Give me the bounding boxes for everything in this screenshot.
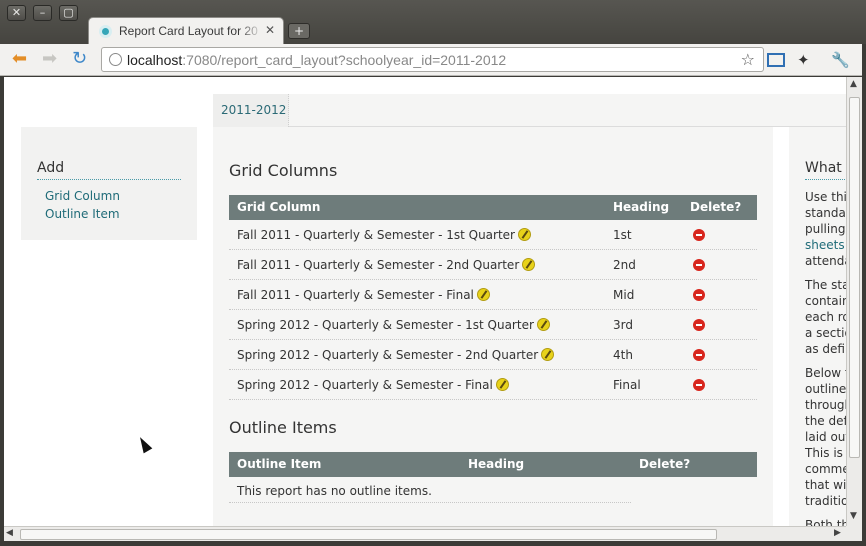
grid-columns-title: Grid Columns — [229, 161, 338, 180]
horizontal-scroll-thumb[interactable] — [20, 529, 717, 540]
edit-pencil-icon[interactable] — [518, 228, 531, 241]
scrollbar-corner — [846, 526, 862, 541]
vertical-scroll-thumb[interactable] — [849, 97, 860, 458]
help-paragraph-1: Use this standar pulling sheets attenda — [805, 189, 846, 269]
help-paragraph-3: Below t outline through the def laid out… — [805, 366, 846, 508]
table-row: Spring 2012 - Quarterly & Semester - Fin… — [229, 370, 757, 400]
window-maximize-button[interactable]: ▢ — [59, 5, 78, 21]
title-bar: ✕ – ▢ Report Card Layout for 20 ✕ + — [0, 0, 866, 45]
grid-column-heading: 2nd — [613, 258, 636, 272]
grid-columns-table: Grid Column Heading Delete? Fall 2011 - … — [229, 195, 757, 400]
tab-schoolyear[interactable]: 2011-2012 — [213, 94, 289, 127]
add-sidebar: Add Grid Column Outline Item — [21, 127, 197, 240]
edit-pencil-icon[interactable] — [522, 258, 536, 271]
column-header-outline-item: Outline Item — [237, 457, 322, 471]
help-paragraph-4: Both th — [805, 518, 846, 526]
column-header-grid-column: Grid Column — [237, 200, 321, 214]
table-row: Spring 2012 - Quarterly & Semester - 1st… — [229, 310, 757, 340]
table-row: Fall 2011 - Quarterly & Semester - 1st Q… — [229, 220, 757, 250]
edit-pencil-icon[interactable] — [495, 378, 509, 391]
tab-title: Report Card Layout for 20 — [119, 24, 258, 38]
wrench-menu-icon[interactable]: 🔧 — [831, 51, 850, 69]
url-path: :7080/report_card_layout?schoolyear_id=2… — [182, 52, 507, 68]
grid-column-name: Spring 2012 - Quarterly & Semester - Fin… — [237, 378, 493, 392]
grid-column-name: Fall 2011 - Quarterly & Semester - 2nd Q… — [237, 258, 520, 272]
scroll-right-icon[interactable]: ▶ — [834, 528, 841, 538]
scroll-left-icon[interactable]: ◀ — [6, 528, 13, 538]
extension-pin-icon[interactable]: ✦ — [797, 51, 810, 69]
url-host: localhost — [127, 52, 183, 68]
edit-pencil-icon[interactable] — [541, 348, 555, 361]
column-header-heading: Heading — [468, 457, 525, 471]
favicon-icon — [99, 25, 112, 38]
sidebar-heading: Add — [37, 160, 65, 176]
table-row: Spring 2012 - Quarterly & Semester - 2nd… — [229, 340, 757, 370]
grid-column-heading: 4th — [613, 348, 633, 362]
main-content: Grid Columns Grid Column Heading Delete?… — [213, 127, 773, 526]
page-fit-icon[interactable] — [767, 53, 785, 67]
column-header-delete: Delete? — [690, 200, 742, 214]
grid-column-heading: Final — [613, 378, 641, 392]
table-row: Fall 2011 - Quarterly & Semester - 2nd Q… — [229, 250, 757, 280]
grid-column-heading: 1st — [613, 228, 632, 242]
window-frame-right — [862, 44, 866, 546]
grid-column-name: Fall 2011 - Quarterly & Semester - 1st Q… — [237, 228, 515, 242]
edit-pencil-icon[interactable] — [476, 288, 490, 301]
browser-toolbar: ⬅ ➡ ↻ localhost:7080/report_card_layout?… — [0, 44, 866, 76]
url-text[interactable]: localhost:7080/report_card_layout?school… — [127, 52, 506, 68]
forward-arrow-icon[interactable]: ➡ — [42, 49, 57, 69]
window-close-button[interactable]: ✕ — [7, 5, 26, 21]
scroll-down-icon[interactable]: ▼ — [850, 511, 857, 521]
tab-close-icon[interactable]: ✕ — [265, 23, 275, 37]
help-sheets-link[interactable]: sheets — [805, 237, 846, 253]
column-header-heading: Heading — [613, 200, 670, 214]
mouse-cursor-icon — [135, 434, 153, 454]
vertical-scrollbar[interactable]: ▲ ▼ — [846, 77, 862, 526]
outline-items-table: Outline Item Heading Delete? This report… — [229, 452, 757, 503]
table-header: Grid Column Heading Delete? — [229, 195, 757, 220]
table-row: Fall 2011 - Quarterly & Semester - Final… — [229, 280, 757, 310]
grid-column-name: Spring 2012 - Quarterly & Semester - 1st… — [237, 318, 534, 332]
address-bar[interactable]: localhost:7080/report_card_layout?school… — [101, 47, 764, 72]
delete-icon[interactable] — [693, 319, 705, 331]
grid-column-heading: Mid — [613, 288, 635, 302]
grid-column-name: Fall 2011 - Quarterly & Semester - Final — [237, 288, 474, 302]
horizontal-scrollbar[interactable]: ◀ ▶ — [4, 526, 846, 541]
year-tab-strip — [213, 94, 846, 127]
table-header: Outline Item Heading Delete? — [229, 452, 757, 477]
edit-pencil-icon[interactable] — [536, 318, 550, 331]
delete-icon[interactable] — [693, 289, 705, 301]
bookmark-star-icon[interactable]: ☆ — [741, 50, 755, 69]
help-title: What i — [805, 160, 846, 176]
add-grid-column-link[interactable]: Grid Column — [45, 189, 120, 203]
empty-state-text: This report has no outline items. — [237, 484, 432, 498]
grid-column-name: Spring 2012 - Quarterly & Semester - 2nd… — [237, 348, 539, 362]
back-arrow-icon[interactable]: ⬅ — [12, 49, 27, 69]
globe-icon — [109, 53, 122, 66]
reload-icon[interactable]: ↻ — [72, 49, 87, 69]
page-viewport: 2011-2012 Add Grid Column Outline Item G… — [4, 77, 846, 526]
delete-icon[interactable] — [693, 349, 705, 361]
add-outline-item-link[interactable]: Outline Item — [45, 207, 120, 221]
delete-icon[interactable] — [693, 379, 705, 391]
empty-state-row: This report has no outline items. — [229, 477, 631, 503]
help-panel: What i Use this standar pulling sheets a… — [789, 127, 846, 526]
new-tab-button[interactable]: + — [288, 23, 310, 39]
help-divider — [805, 179, 846, 180]
browser-tab[interactable]: Report Card Layout for 20 ✕ — [88, 17, 284, 45]
scroll-up-icon[interactable]: ▲ — [850, 79, 857, 89]
delete-icon[interactable] — [693, 229, 705, 241]
outline-items-title: Outline Items — [229, 418, 337, 437]
year-tab-label: 2011-2012 — [221, 103, 287, 117]
column-header-delete: Delete? — [639, 457, 691, 471]
grid-column-heading: 3rd — [613, 318, 633, 332]
window-minimize-button[interactable]: – — [33, 5, 52, 21]
help-paragraph-2: The sta contain each ro a sectio as defi… — [805, 278, 846, 356]
sidebar-divider — [37, 179, 181, 180]
delete-icon[interactable] — [693, 259, 705, 271]
